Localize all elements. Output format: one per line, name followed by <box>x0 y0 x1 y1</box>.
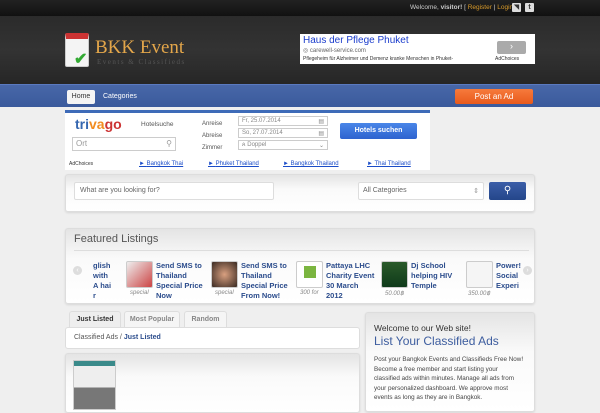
ad-title[interactable]: Haus der Pflege Phuket <box>303 35 409 46</box>
breadcrumb-root[interactable]: Classified Ads <box>74 334 118 341</box>
listing-thumbnail[interactable] <box>296 261 323 288</box>
sidebar-heading: List Your Classified Ads <box>374 334 499 348</box>
listing-thumbnail[interactable] <box>466 261 493 288</box>
listing-title[interactable]: Power! Social Experi <box>496 261 536 291</box>
listing-title[interactable]: Send SMS to Thailand Special Price From … <box>241 261 291 301</box>
nav-home[interactable]: Home <box>67 90 95 104</box>
post-ad-button[interactable]: Post an Ad <box>455 89 533 104</box>
header-ad[interactable]: Haus der Pflege Phuket ◎ carewell-servic… <box>300 34 535 64</box>
calendar-icon: ▤ <box>318 119 324 125</box>
tab-just-listed[interactable]: Just Listed <box>69 311 121 328</box>
calendar-icon: ▤ <box>318 131 324 137</box>
checkmark-icon: ✔ <box>74 51 88 68</box>
listing-price: 350.00฿ <box>468 291 491 297</box>
trivago-logo: trivago <box>75 116 122 132</box>
search-icon: ⚲ <box>166 139 172 148</box>
tab-random[interactable]: Random <box>184 311 227 328</box>
search-button[interactable]: ⚲ <box>489 182 526 200</box>
header: ✔ BKK Event Events & Classifieds Haus de… <box>0 16 600 84</box>
listing-title[interactable]: Dj School helping HIV Temple <box>411 261 461 291</box>
welcome-sidebar: Welcome to our Web site! List Your Class… <box>365 312 535 412</box>
trivago-ad[interactable]: trivago Hotelsuche Ort ⚲ Anreise Abreise Zi… <box>65 110 430 160</box>
welcome-label: Welcome, <box>410 4 439 11</box>
sidebar-body: Post your Bangkok Events and Classifieds… <box>374 356 524 401</box>
listing-price: special <box>130 290 149 296</box>
listing-thumbnail[interactable] <box>126 261 153 288</box>
register-link[interactable]: Register <box>468 4 492 11</box>
adchoices-label[interactable]: AdChoices <box>495 56 519 62</box>
select-arrows-icon: ⇕ <box>473 188 479 195</box>
anreise-input[interactable]: Fr, 25.07.2014 ▤ <box>238 116 328 126</box>
ad-url: ◎ carewell-service.com <box>303 48 366 54</box>
login-link[interactable]: Login <box>497 4 513 11</box>
sidebar-welcome: Welcome to our Web site! <box>374 323 472 333</box>
top-bar: Welcome, visitor! [ Register | Login ] ◥… <box>0 0 600 16</box>
date-labels: Anreise Abreise Zimmer <box>202 121 223 151</box>
ad-text: Pflegeheim für Alzheimer und Demenz kran… <box>303 56 454 62</box>
logo-subtitle: Events & Classifieds <box>97 58 186 66</box>
listing-price: 300 for <box>300 290 319 296</box>
ad-arrow-button[interactable]: › <box>497 41 526 54</box>
zimmer-select[interactable]: ጰ Doppel ⌄ <box>238 140 328 150</box>
ad-links-row: AdChoices ► Bangkok Thai ► Phuket Thaila… <box>65 160 430 170</box>
welcome-text: Welcome, visitor! [ Register | Login ] <box>410 4 517 11</box>
ad-link[interactable]: ► Bangkok Thailand <box>283 161 339 167</box>
abreise-input[interactable]: So, 27.07.2014 ▤ <box>238 128 328 138</box>
main-nav: Home Categories Post an Ad <box>0 84 600 107</box>
adchoices-label[interactable]: AdChoices <box>69 161 93 167</box>
listing-title[interactable]: Pattaya LHC Charity Event 30 March 2012 <box>326 261 376 301</box>
breadcrumb: Classified Ads / Just Listed <box>65 327 360 349</box>
logo-title[interactable]: BKK Event <box>95 37 184 59</box>
ad-link[interactable]: ► Phuket Thailand <box>208 161 259 167</box>
ort-input[interactable]: Ort ⚲ <box>72 137 176 151</box>
featured-listings: Featured Listings ‹ › glish with A hai r… <box>65 228 535 304</box>
tab-most-popular[interactable]: Most Popular <box>124 311 180 328</box>
category-select[interactable]: All Categories ⇕ <box>358 182 484 200</box>
search-icon: ⚲ <box>503 185 512 196</box>
listing-title[interactable]: Send SMS to Thailand Special Price Now <box>156 261 206 301</box>
hotelsuche-label: Hotelsuche <box>141 121 174 128</box>
nav-categories[interactable]: Categories <box>103 90 137 104</box>
twitter-icon[interactable]: t <box>525 3 534 12</box>
breadcrumb-current: Just Listed <box>123 334 161 341</box>
listing-thumbnail[interactable] <box>73 360 116 410</box>
listing-price: 50.00฿ <box>385 291 404 297</box>
listing-price: special <box>215 290 234 296</box>
ad-link[interactable]: ► Thai Thailand <box>367 161 411 167</box>
calendar-logo-icon: ✔ <box>65 33 89 68</box>
listing-thumbnail[interactable] <box>211 261 238 288</box>
hotels-suchen-button[interactable]: Hotels suchen <box>340 123 417 139</box>
username: visitor! <box>440 4 463 11</box>
listing-title[interactable]: glish with A hai r <box>93 261 113 301</box>
ad-link[interactable]: ► Bangkok Thai <box>139 161 183 167</box>
search-input[interactable]: What are you looking for? <box>74 182 274 200</box>
listings-panel <box>65 353 360 413</box>
carousel-track: glish with A hai r special Send SMS to T… <box>88 235 536 305</box>
carousel-prev-icon[interactable]: ‹ <box>73 266 82 275</box>
chevron-down-icon: ⌄ <box>318 143 324 149</box>
rss-icon[interactable]: ◥ <box>512 3 521 12</box>
listing-thumbnail[interactable] <box>381 261 408 288</box>
search-panel: What are you looking for? All Categories… <box>65 174 535 212</box>
